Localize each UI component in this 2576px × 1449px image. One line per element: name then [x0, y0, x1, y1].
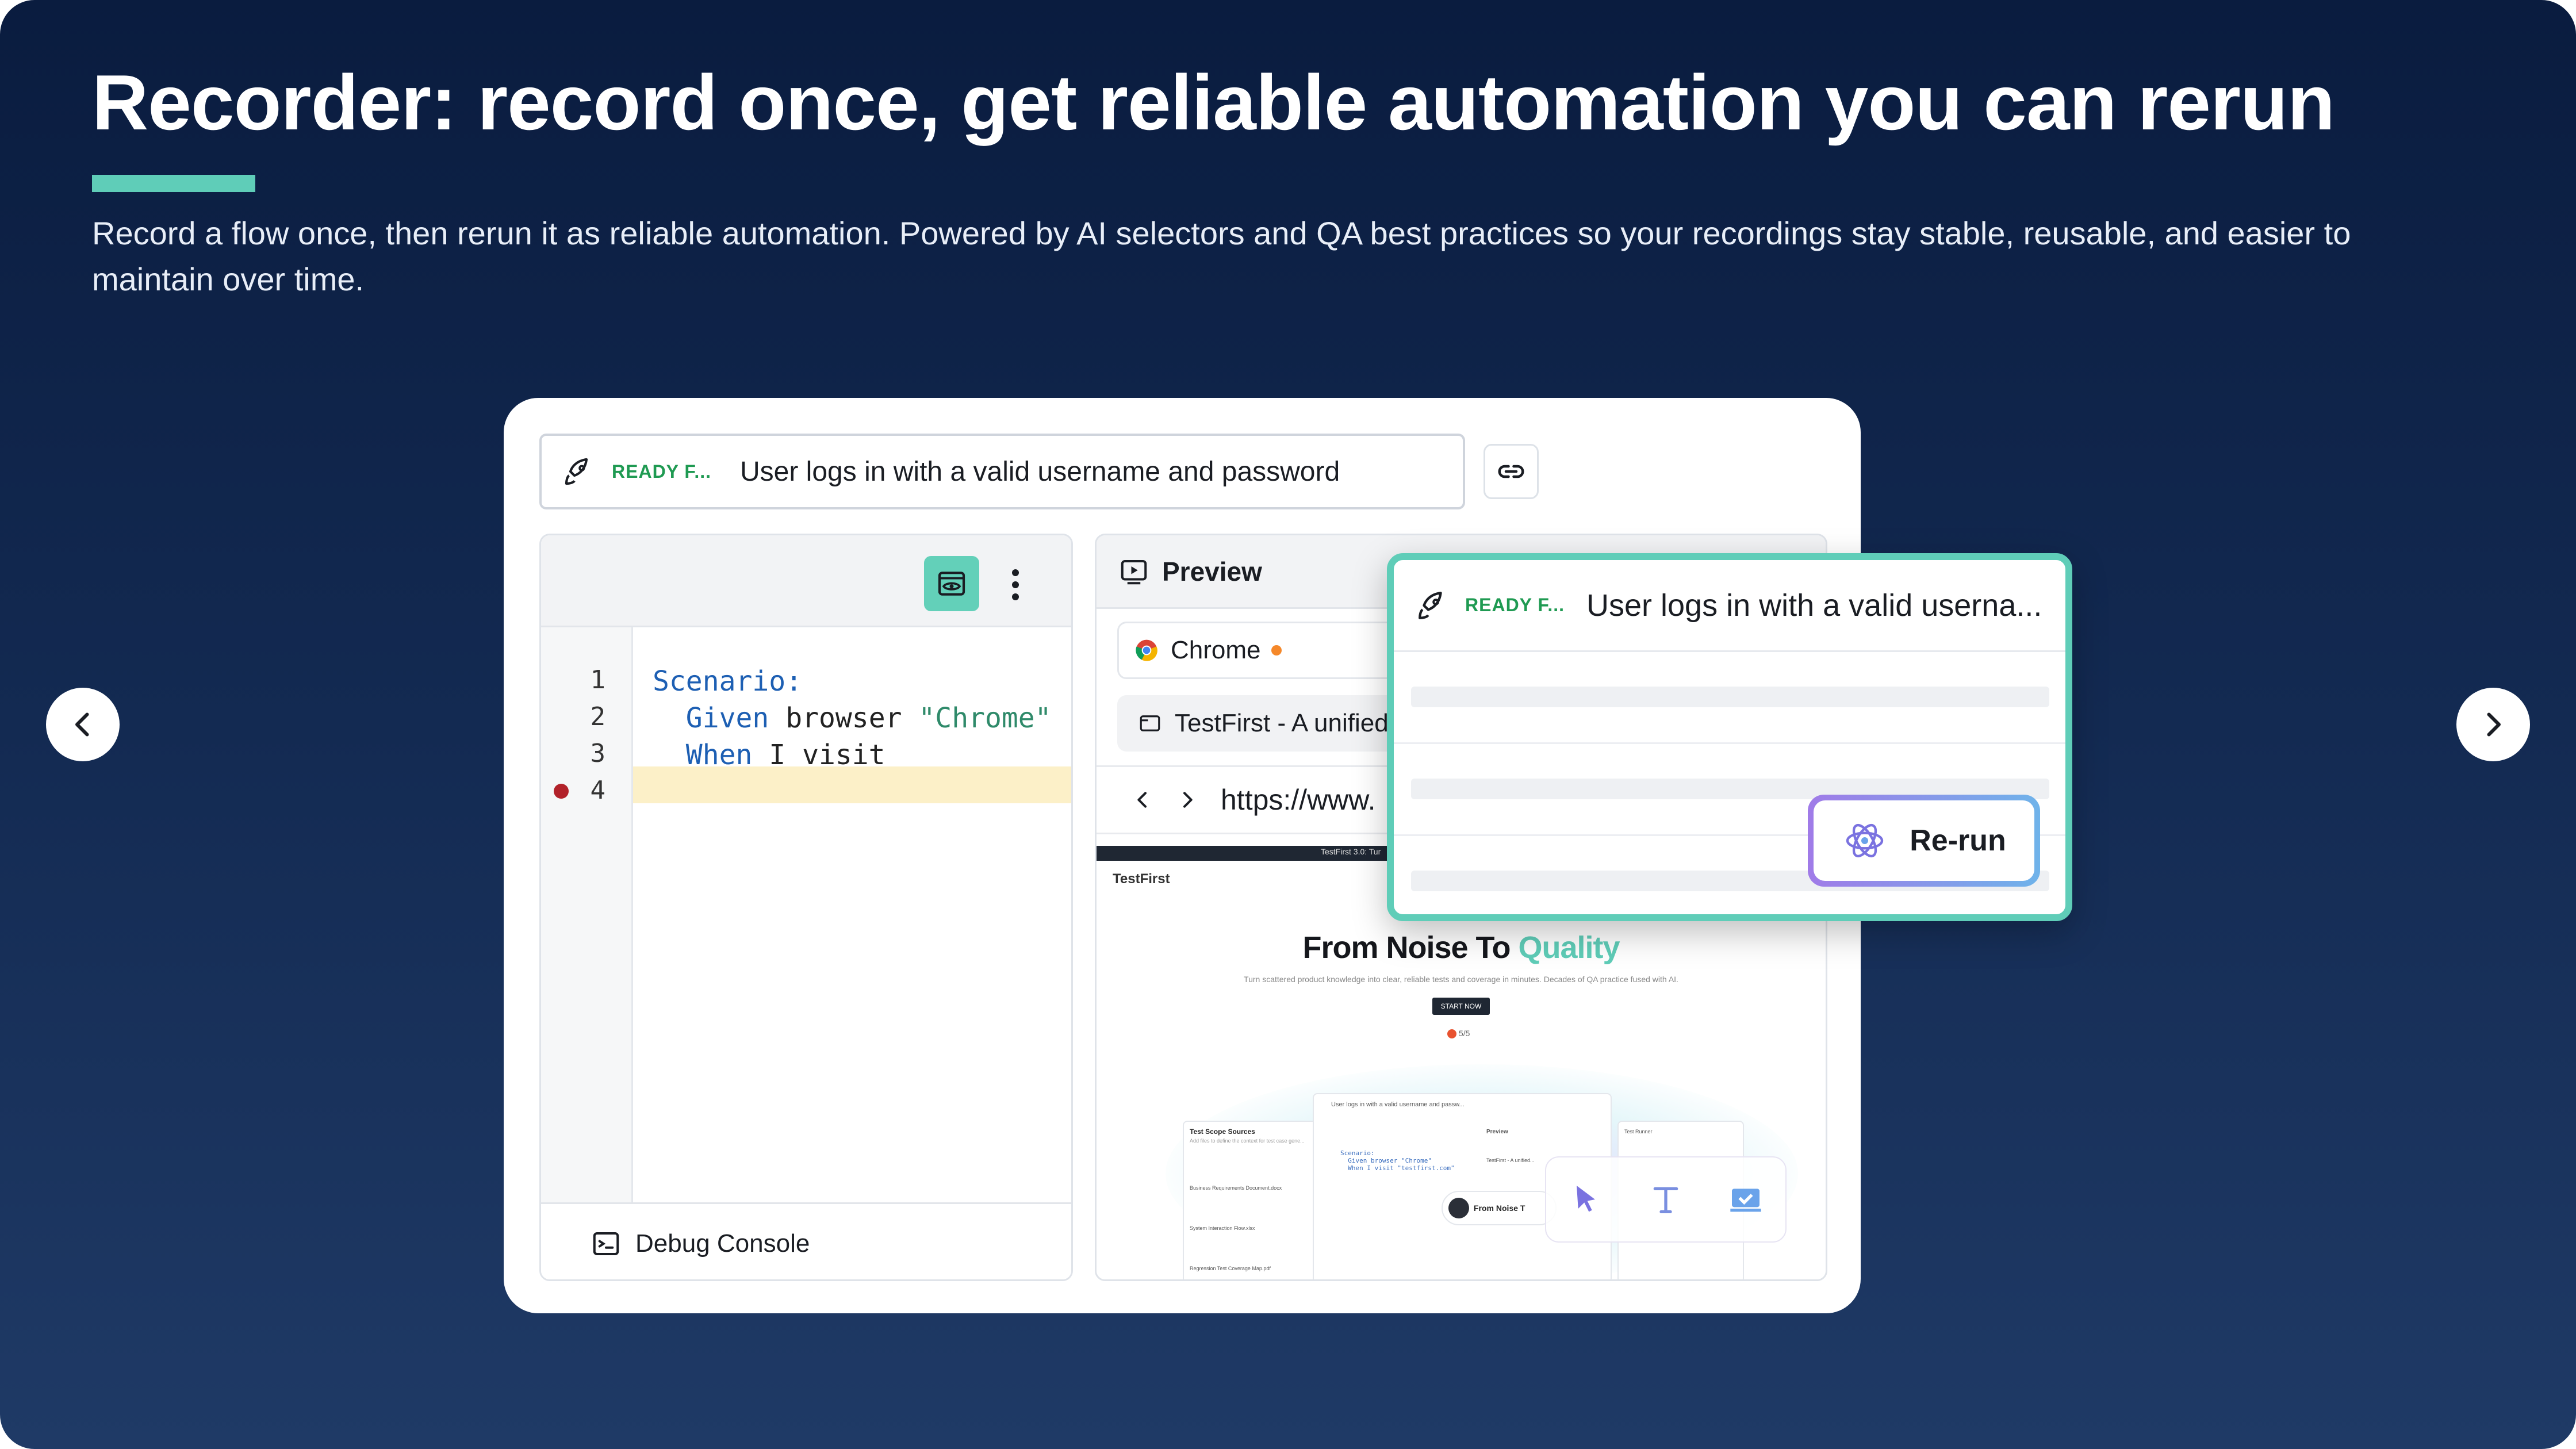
code-token-string: "Chrome" — [918, 702, 1052, 734]
code-token-keyword: When — [653, 739, 753, 771]
status-badge: READY F... — [612, 461, 711, 482]
slide: Recorder: record once, get reliable auto… — [0, 0, 2576, 1449]
mini-play-label: From Noise T — [1474, 1203, 1525, 1213]
placeholder-row — [1394, 652, 2065, 744]
mini-preview-label: Preview — [1486, 1129, 1508, 1135]
rating-badge: 5/5 — [1447, 1029, 1470, 1039]
code-token-keyword: Scenario: — [653, 665, 803, 697]
site-announcement-text: TestFirst 3.0: Tur — [1321, 847, 1381, 856]
rerun-button-inner: Re-run — [1814, 800, 2034, 881]
mini-doc-3: Regression Test Coverage Map.pdf — [1190, 1266, 1271, 1271]
back-icon[interactable] — [1131, 788, 1154, 811]
overlay-scenario-bar: READY F... User logs in with a valid use… — [1394, 560, 2065, 652]
mini-preview-tab: TestFirst - A unified... — [1486, 1157, 1535, 1163]
mini-scope-subtitle: Add files to define the context for test… — [1190, 1138, 1305, 1144]
page-title: Recorder: record once, get reliable auto… — [92, 59, 2335, 146]
code-line[interactable]: Given browser "Chrome" — [653, 702, 1052, 734]
page-subtitle: Record a flow once, then rerun it as rel… — [92, 215, 2351, 297]
mini-doc-2: System Interaction Flow.xlsx — [1190, 1225, 1255, 1231]
browser-tab-chrome[interactable]: Chrome — [1117, 622, 1416, 679]
title-accent-bar — [92, 175, 255, 192]
rocket-icon — [1419, 591, 1442, 619]
active-line-highlight — [633, 766, 1071, 803]
cursor-icon[interactable] — [1567, 1181, 1604, 1218]
play-screen-icon — [1121, 559, 1147, 584]
next-slide-button[interactable] — [2456, 688, 2530, 761]
mini-runner-label: Test Runner — [1624, 1129, 1653, 1134]
mini-scope-title: Test Scope Sources — [1190, 1128, 1255, 1136]
scenario-bar[interactable]: READY F... User logs in with a valid use… — [539, 434, 1465, 509]
eye-icon — [938, 572, 965, 596]
window-icon — [1140, 715, 1160, 731]
hero-subtitle: Turn scattered product knowledge into cl… — [1244, 975, 1678, 984]
ai-flower-icon — [1846, 824, 1884, 857]
chevron-left-icon — [75, 712, 89, 737]
code-token-keyword: Given — [653, 702, 769, 734]
line-number: 3 — [590, 739, 606, 768]
code-token-rest: I visit — [752, 739, 885, 771]
code-line[interactable]: Scenario: — [653, 665, 802, 697]
text-tool-icon[interactable] — [1647, 1181, 1684, 1218]
preview-toggle-button[interactable] — [924, 556, 979, 611]
rerun-overlay: READY F... User logs in with a valid use… — [1387, 553, 2072, 921]
url-field[interactable]: https://www. — [1221, 783, 1376, 816]
breakpoint-marker[interactable] — [554, 784, 569, 799]
mini-play-pill: From Noise T — [1442, 1191, 1557, 1225]
code-editor: 1 Scenario: 2 Given browser "Chrome" 3 When… — [539, 534, 1073, 1281]
recording-indicator — [1271, 645, 1282, 656]
rocket-icon — [565, 458, 588, 485]
hero-title: From Noise To Quality — [1097, 930, 1826, 965]
link-icon — [1498, 465, 1524, 478]
hero-title-accent: Quality — [1518, 930, 1620, 965]
recorder-tool-tray — [1545, 1156, 1787, 1243]
code-line[interactable]: When I visit — [653, 739, 885, 771]
rerun-label: Re-run — [1910, 824, 2006, 857]
hero-title-main: From Noise To — [1302, 930, 1519, 965]
line-number: 1 — [590, 665, 606, 695]
mini-scenario-text: User logs in with a valid username and p… — [1331, 1101, 1465, 1108]
chrome-icon — [1136, 639, 1157, 661]
mini-doc-1: Business Requirements Document.docx — [1190, 1185, 1282, 1191]
link-button[interactable] — [1483, 444, 1539, 499]
assert-check-icon[interactable] — [1727, 1181, 1764, 1218]
play-icon — [1448, 1198, 1469, 1218]
browser-tab-label: Chrome — [1171, 636, 1261, 664]
editor-toolbar — [541, 535, 1071, 627]
debug-console-bar[interactable]: Debug Console — [541, 1202, 1071, 1279]
line-number: 2 — [590, 702, 606, 731]
g2-icon — [1447, 1029, 1456, 1039]
line-number: 4 — [590, 776, 606, 805]
more-options-icon[interactable] — [1007, 568, 1024, 602]
forward-icon[interactable] — [1176, 788, 1199, 811]
rerun-button[interactable]: Re-run — [1808, 795, 2040, 887]
scenario-title: User logs in with a valid username and p… — [740, 456, 1340, 487]
chevron-right-icon — [2487, 712, 2501, 737]
previous-slide-button[interactable] — [46, 688, 120, 761]
debug-console-label: Debug Console — [635, 1229, 810, 1258]
terminal-icon — [593, 1232, 619, 1255]
preview-title: Preview — [1162, 556, 1262, 586]
rating-value: 5/5 — [1459, 1029, 1470, 1038]
mini-scope-card: Test Scope Sources Add files to define t… — [1183, 1121, 1321, 1279]
code-token-rest: browser — [769, 702, 919, 734]
start-now-button[interactable]: START NOW — [1432, 998, 1490, 1015]
overlay-scenario-title: User logs in with a valid userna... — [1586, 588, 2042, 623]
page-tab-label: TestFirst - A unified — [1175, 709, 1389, 737]
mini-code: Scenario: Given browser "Chrome" When I … — [1340, 1149, 1455, 1172]
site-logo: TestFirst — [1113, 871, 1170, 887]
overlay-status-badge: READY F... — [1465, 595, 1565, 615]
